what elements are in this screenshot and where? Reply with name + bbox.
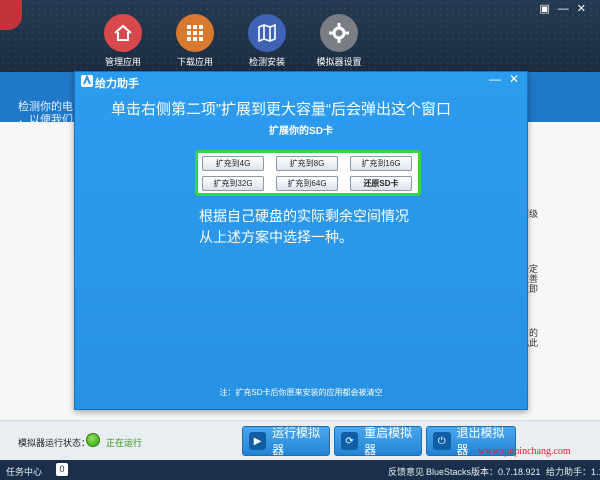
- nav-label: 模拟器设置: [316, 57, 362, 67]
- nav-emulator-settings[interactable]: 模拟器设置: [308, 14, 370, 68]
- nav-label: 下载应用: [176, 57, 213, 67]
- gear-icon: [320, 14, 358, 52]
- taskbar: 任务中心 0 反馈意见 BlueStacks版本：0.7.18.921 给力助手…: [0, 460, 600, 480]
- logo-icon: [81, 75, 93, 87]
- expand-64g-button[interactable]: 扩充到64G: [276, 176, 338, 191]
- restart-emulator-label: 重启模拟器: [364, 426, 413, 457]
- task-count-badge: 0: [56, 463, 68, 476]
- close-icon[interactable]: ✕: [577, 3, 594, 15]
- restart-emulator-button[interactable]: ⟳ 重启模拟器: [334, 426, 422, 457]
- grid-icon: [176, 14, 214, 52]
- dialog-hint: 根据自己硬盘的实际剩余空间情况从上述方案中选择一种。: [199, 208, 409, 245]
- nav-download-apps[interactable]: 下载应用: [164, 14, 226, 68]
- nav-manage-apps[interactable]: 管理应用: [92, 14, 154, 68]
- nav-label: 检测安装: [248, 57, 285, 67]
- minimize-icon[interactable]: —: [558, 3, 577, 15]
- expand-4g-button[interactable]: 扩充到4G: [202, 156, 264, 171]
- expand-sd-dialog: 给力助手 — ✕ 单击右侧第二项”扩展到更大容量“后会弹出这个窗口 扩展你的SD卡…: [74, 71, 528, 410]
- band-text-2: ，以便我们: [18, 114, 73, 126]
- nav-label: 管理应用: [104, 57, 141, 67]
- map-icon: [248, 14, 286, 52]
- dialog-note: 注：扩充SD卡后你原来安装的应用都会被清空: [219, 388, 383, 397]
- restore-icon[interactable]: ▣: [539, 3, 557, 15]
- feedback-link[interactable]: 反馈意见: [388, 465, 424, 478]
- expand-32g-button[interactable]: 扩充到32G: [202, 176, 264, 191]
- app-corner-logo: [0, 0, 22, 30]
- helper-version: 给力助手：1.1.0: [546, 467, 600, 477]
- window-controls: ▣—✕: [539, 2, 594, 15]
- play-icon: ▶: [249, 432, 267, 450]
- nav-check-install[interactable]: 检测安装: [236, 14, 298, 68]
- run-emulator-label: 运行模拟器: [272, 426, 321, 457]
- expand-16g-button[interactable]: 扩充到16G: [350, 156, 412, 171]
- power-icon: ⏻: [433, 432, 451, 450]
- status-label: 模拟器运行状态：: [18, 438, 91, 448]
- restore-sd-button[interactable]: 还原SD卡: [350, 176, 412, 191]
- restart-icon: ⟳: [341, 432, 359, 450]
- bluestacks-version: BlueStacks版本：0.7.18.921: [426, 467, 541, 477]
- watermark: www.qinpinchang.com: [478, 446, 571, 457]
- minimize-icon[interactable]: —: [489, 72, 501, 86]
- run-emulator-button[interactable]: ▶ 运行模拟器: [242, 426, 330, 457]
- expand-8g-button[interactable]: 扩充到8G: [276, 156, 338, 171]
- close-icon[interactable]: ✕: [509, 72, 519, 86]
- task-center-link[interactable]: 任务中心: [6, 465, 42, 478]
- status-value: 正在运行: [106, 438, 143, 448]
- home-icon: [104, 14, 142, 52]
- status-indicator-icon: [86, 433, 100, 447]
- dialog-title: 给力助手: [95, 78, 139, 90]
- dialog-headline: 单击右侧第二项”扩展到更大容量“后会弹出这个窗口: [111, 101, 451, 118]
- dialog-subtitle: 扩展你的SD卡: [269, 126, 333, 137]
- top-toolbar: 管理应用 下载应用 检测安装 模拟器设置 ▣—✕: [0, 0, 600, 72]
- dialog-controls: — ✕: [481, 72, 519, 86]
- sd-options-panel: 扩充到4G 扩充到8G 扩充到16G 扩充到32G 扩充到64G 还原SD卡: [195, 150, 421, 196]
